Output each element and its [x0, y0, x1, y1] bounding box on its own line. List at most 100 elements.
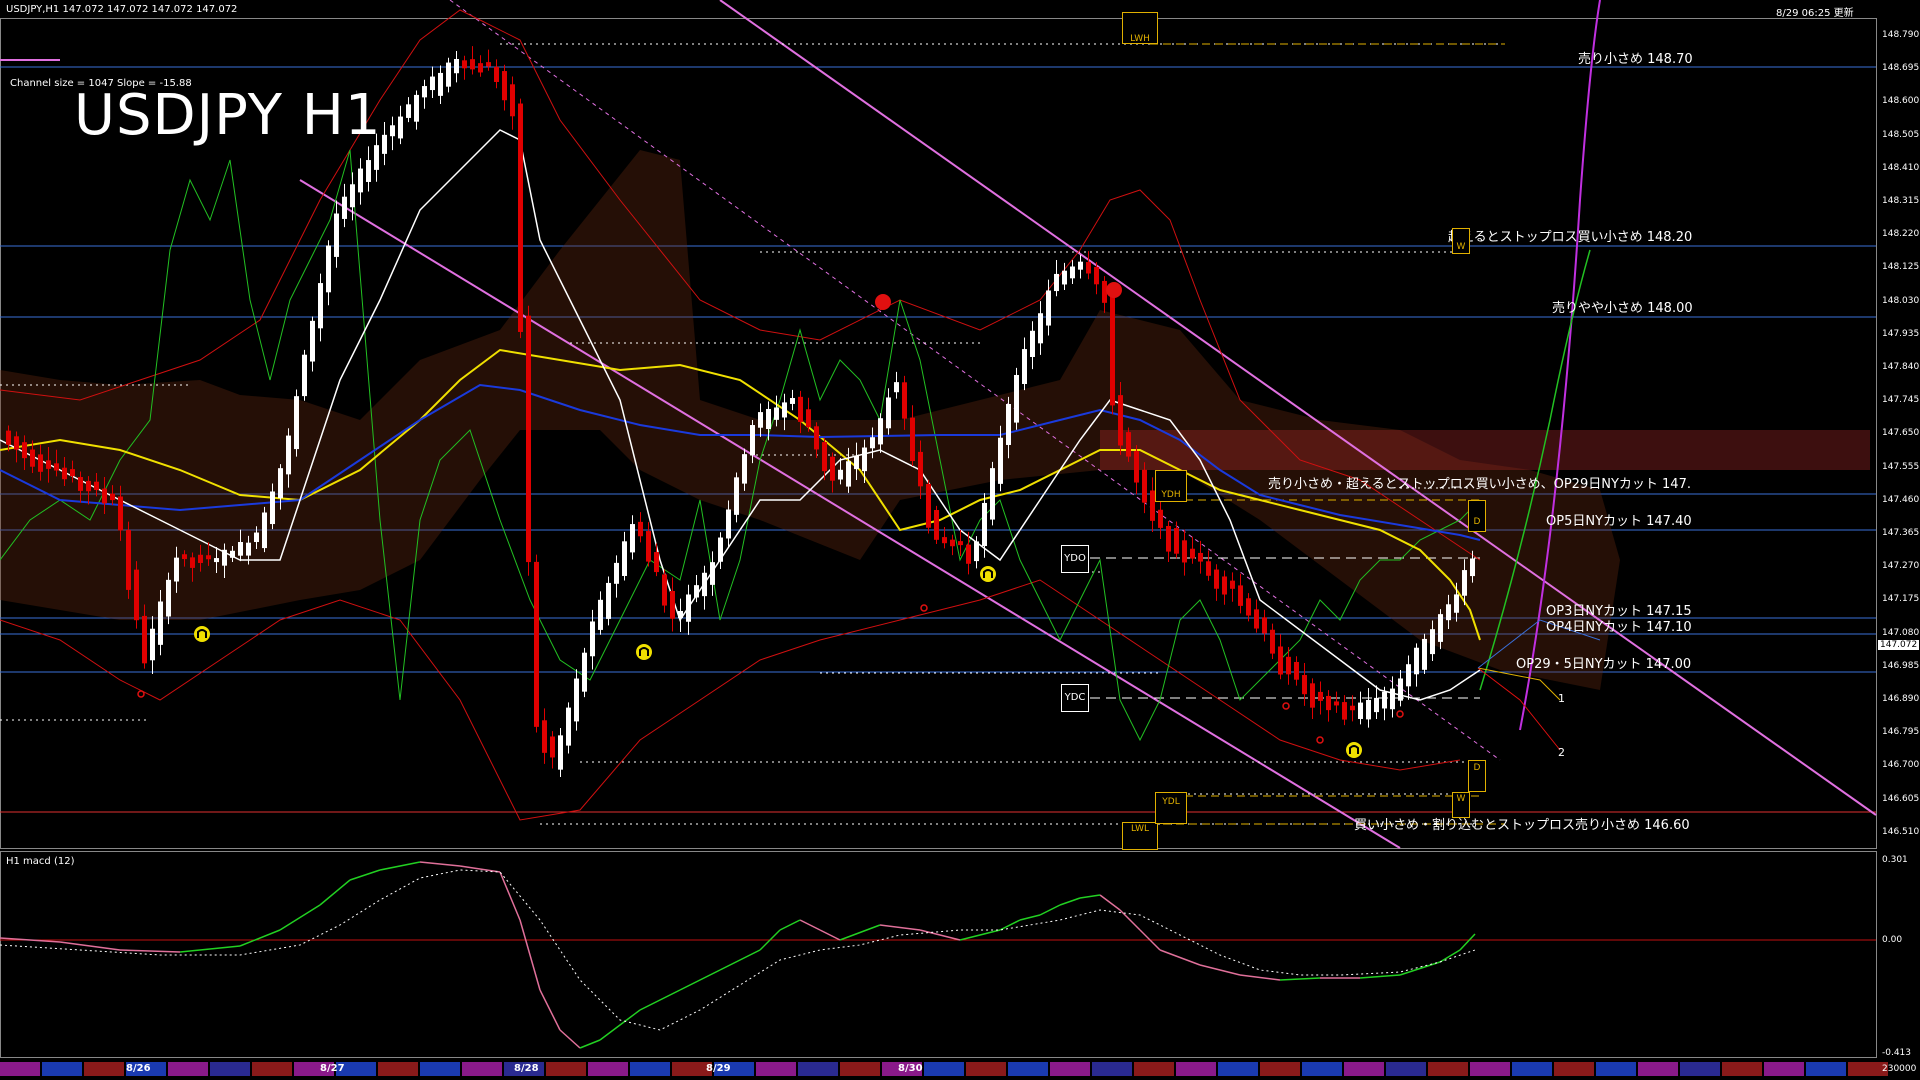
- candle-body: [1470, 558, 1475, 577]
- current-price-label: 147.072: [1878, 640, 1920, 650]
- macd-line-segment: [579, 1039, 601, 1049]
- candle-body: [998, 437, 1003, 484]
- buy-signal-marker: [980, 566, 996, 582]
- candle-body: [854, 455, 859, 470]
- candle-body: [1214, 569, 1219, 589]
- price-tick: 148.600: [1882, 96, 1920, 107]
- candle-body: [750, 425, 755, 456]
- candle-body: [70, 469, 75, 477]
- candle-body: [806, 409, 811, 428]
- price-tick: 146.795: [1882, 727, 1920, 738]
- candle-body: [1166, 525, 1171, 552]
- candle-body: [1342, 702, 1347, 720]
- candle-body: [1334, 701, 1339, 706]
- candle-body: [1350, 705, 1355, 711]
- candle-body: [486, 62, 491, 67]
- candle-body: [670, 590, 675, 619]
- candle-body: [1222, 576, 1227, 595]
- session-bar: [546, 1062, 586, 1076]
- price-tick: 146.890: [1882, 694, 1920, 704]
- candle-body: [1182, 540, 1187, 563]
- candle-body: [246, 542, 251, 556]
- candle-body: [278, 468, 283, 499]
- session-bar: [1092, 1062, 1132, 1076]
- session-bar: [1386, 1062, 1426, 1076]
- macd-line-segment: [319, 879, 351, 906]
- candle-body: [302, 354, 307, 397]
- level-label: 超えるとストップロス買い小さめ 148.20: [1448, 230, 1693, 245]
- candle-body: [190, 557, 195, 568]
- macd-line-segment: [819, 929, 841, 941]
- candle-body: [1430, 629, 1435, 655]
- ydh-marker: YDH: [1155, 470, 1187, 502]
- candle-body: [1326, 695, 1331, 711]
- w-marker-bottom: W: [1452, 792, 1470, 818]
- candle-body: [142, 615, 147, 664]
- candle-body: [430, 76, 435, 91]
- macd-tick-top: 0.301: [1882, 855, 1908, 865]
- candle-body: [238, 542, 243, 556]
- sell-signal-marker: [1106, 282, 1122, 298]
- candle-body: [1206, 561, 1211, 576]
- candle-body: [1406, 664, 1411, 687]
- ydo-marker: YDO: [1061, 545, 1089, 573]
- candle-body: [1262, 617, 1267, 634]
- candle-body: [590, 621, 595, 657]
- candle-body: [798, 396, 803, 422]
- candle-body: [502, 71, 507, 101]
- candle-body: [94, 481, 99, 490]
- candle-body: [1414, 647, 1419, 675]
- candle-body: [6, 430, 11, 445]
- candle-body: [910, 417, 915, 462]
- candle-body: [150, 628, 155, 661]
- price-tick: 148.315: [1882, 196, 1920, 206]
- macd-line-segment: [1399, 961, 1441, 976]
- candle-body: [822, 442, 827, 472]
- buy-signal-marker: [1346, 742, 1362, 758]
- candle-body: [38, 454, 43, 472]
- candle-body: [558, 735, 563, 770]
- candle-body: [470, 59, 475, 70]
- session-bar: [798, 1062, 838, 1076]
- candle-body: [662, 574, 667, 606]
- chart-canvas[interactable]: [0, 0, 1920, 1080]
- macd-panel-frame: [0, 851, 1877, 1058]
- candle-body: [974, 541, 979, 562]
- macd-line-segment: [1159, 949, 1201, 966]
- candle-body: [1374, 697, 1379, 713]
- candle-body: [1398, 678, 1403, 701]
- macd-line-segment: [1099, 894, 1121, 911]
- macd-line-segment: [639, 989, 681, 1011]
- candle-body: [198, 554, 203, 563]
- candle-body: [334, 213, 339, 257]
- candle-body: [534, 561, 539, 727]
- price-tick: 148.410: [1882, 162, 1920, 173]
- macd-line-segment: [1459, 933, 1476, 951]
- session-bar: [966, 1062, 1006, 1076]
- candle-body: [710, 562, 715, 585]
- session-bar: [1260, 1062, 1300, 1076]
- candle-body: [1230, 580, 1235, 589]
- macd-line-segment: [539, 989, 561, 1031]
- candle-body: [622, 541, 627, 576]
- candle-body: [1198, 552, 1203, 562]
- price-tick: 147.460: [1882, 494, 1920, 505]
- candle-body: [1190, 548, 1195, 559]
- candle-body: [446, 62, 451, 87]
- macd-line-segment: [1279, 977, 1321, 981]
- candle-body: [1462, 570, 1467, 596]
- candle-body: [414, 94, 419, 122]
- candle-body: [1294, 661, 1299, 680]
- candle-body: [1046, 290, 1051, 326]
- macd-line-segment: [1359, 974, 1401, 979]
- session-bar: [1596, 1062, 1636, 1076]
- price-tick: 147.365: [1882, 528, 1920, 538]
- macd-line-segment: [279, 904, 321, 931]
- candle-body: [1078, 261, 1083, 270]
- wave-label-2: 2: [1558, 746, 1565, 759]
- candle-body: [1014, 374, 1019, 423]
- candle-body: [526, 315, 531, 563]
- candle-body: [206, 555, 211, 560]
- session-bar: [588, 1062, 628, 1076]
- candle-body: [774, 407, 779, 420]
